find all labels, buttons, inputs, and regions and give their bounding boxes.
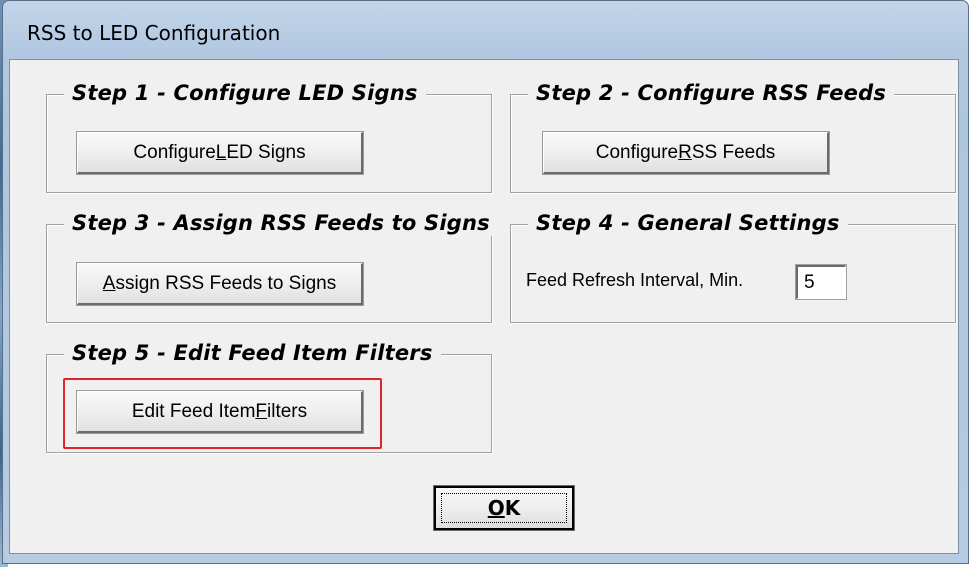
edit-feed-item-filters-button[interactable]: Edit Feed Item Filters <box>76 390 364 434</box>
group-step5-title: Step 5 - Edit Feed Item Filters <box>64 340 441 366</box>
configure-led-signs-button[interactable]: Configure L ED Signs <box>76 131 364 175</box>
dialog-window: RSS to LED Configuration Step 1 - Config… <box>2 0 969 564</box>
window-title: RSS to LED Configuration <box>27 21 281 45</box>
group-step4-title: Step 4 - General Settings <box>528 210 848 236</box>
refresh-interval-label: Feed Refresh Interval, Min. <box>526 270 744 290</box>
group-step3-title: Step 3 - Assign RSS Feeds to Signs <box>64 210 498 236</box>
configure-rss-feeds-button[interactable]: Configure R SS Feeds <box>542 131 830 175</box>
refresh-interval-input[interactable] <box>795 264 847 300</box>
group-step1-title: Step 1 - Configure LED Signs <box>64 80 426 106</box>
group-step2-title: Step 2 - Configure RSS Feeds <box>528 80 895 106</box>
assign-rss-feeds-button[interactable]: Assign RSS Feeds to Signs <box>76 262 364 306</box>
dialog-client-area: Step 1 - Configure LED Signs Configure L… <box>9 59 959 554</box>
group-step4: Step 4 - General Settings <box>510 210 956 323</box>
ok-button[interactable]: OK <box>433 485 575 531</box>
title-bar[interactable]: RSS to LED Configuration <box>3 1 968 57</box>
